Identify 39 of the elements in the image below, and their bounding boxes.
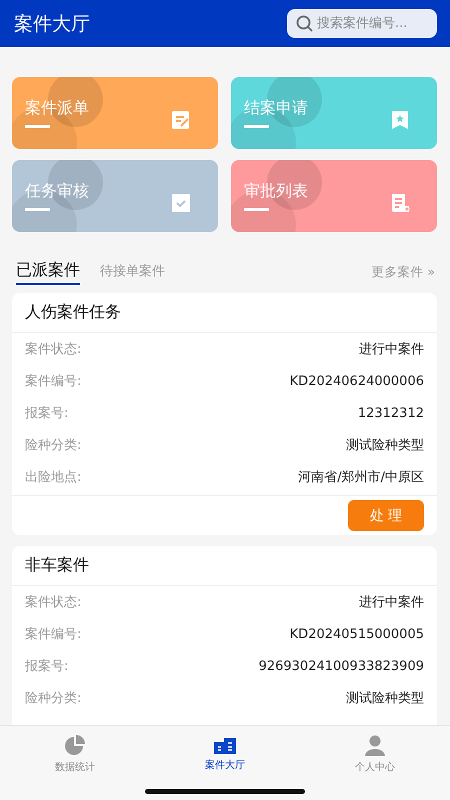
nav-item[interactable]: 个人中心 — [300, 726, 450, 778]
field-value: 河南省/郑州市/中原区 — [298, 469, 424, 486]
search-field[interactable]: 搜索案件编号... — [287, 9, 437, 38]
field-value: 92693024100933823909 — [258, 658, 424, 674]
field-value: 测试险种类型 — [346, 690, 424, 707]
page-title: 案件大厅 — [14, 12, 90, 36]
field-value: 测试险种类型 — [346, 437, 424, 454]
checkbox-icon — [170, 192, 192, 214]
field-label: 案件状态: — [25, 341, 82, 358]
field-value: 进行中案件 — [359, 594, 424, 611]
field-label: 报案号: — [25, 405, 68, 422]
shortcut-tile[interactable]: 审批列表 — [231, 160, 437, 232]
case-tab[interactable]: 已派案件 — [16, 260, 80, 285]
field-label: 险种分类: — [25, 437, 82, 454]
field-value: KD20240624000006 — [290, 374, 424, 388]
field-label: 案件编号: — [25, 626, 82, 643]
field-value: 进行中案件 — [359, 341, 424, 358]
edit-icon — [170, 109, 192, 131]
case-title: 人伤案件任务 — [12, 293, 437, 333]
case-title: 非车案件 — [12, 546, 437, 586]
more-link[interactable]: 更多案件 » — [371, 264, 437, 281]
field-label: 案件状态: — [25, 594, 82, 611]
nav-item[interactable]: 案件大厅 — [150, 726, 300, 778]
pie-chart-icon — [64, 734, 86, 756]
nav-item[interactable]: 数据统计 — [0, 726, 150, 778]
field-value: KD20240515000005 — [290, 626, 424, 642]
person-icon — [364, 734, 386, 756]
field-label: 案件编号: — [25, 373, 82, 390]
shortcut-tile[interactable]: 案件派单 — [12, 77, 218, 149]
shortcut-tile[interactable]: 结案申请 — [231, 77, 437, 149]
field-value: 12312312 — [358, 406, 424, 420]
field-label: 出险地点: — [25, 469, 82, 486]
document-icon — [389, 192, 411, 214]
bookmark-icon — [389, 109, 411, 131]
process-button[interactable]: 处 理 — [348, 500, 424, 531]
field-label: 报案号: — [25, 658, 68, 675]
shortcut-tile[interactable]: 任务审核 — [12, 160, 218, 232]
field-label: 险种分类: — [25, 690, 82, 707]
case-tab[interactable]: 待接单案件 — [100, 262, 165, 284]
